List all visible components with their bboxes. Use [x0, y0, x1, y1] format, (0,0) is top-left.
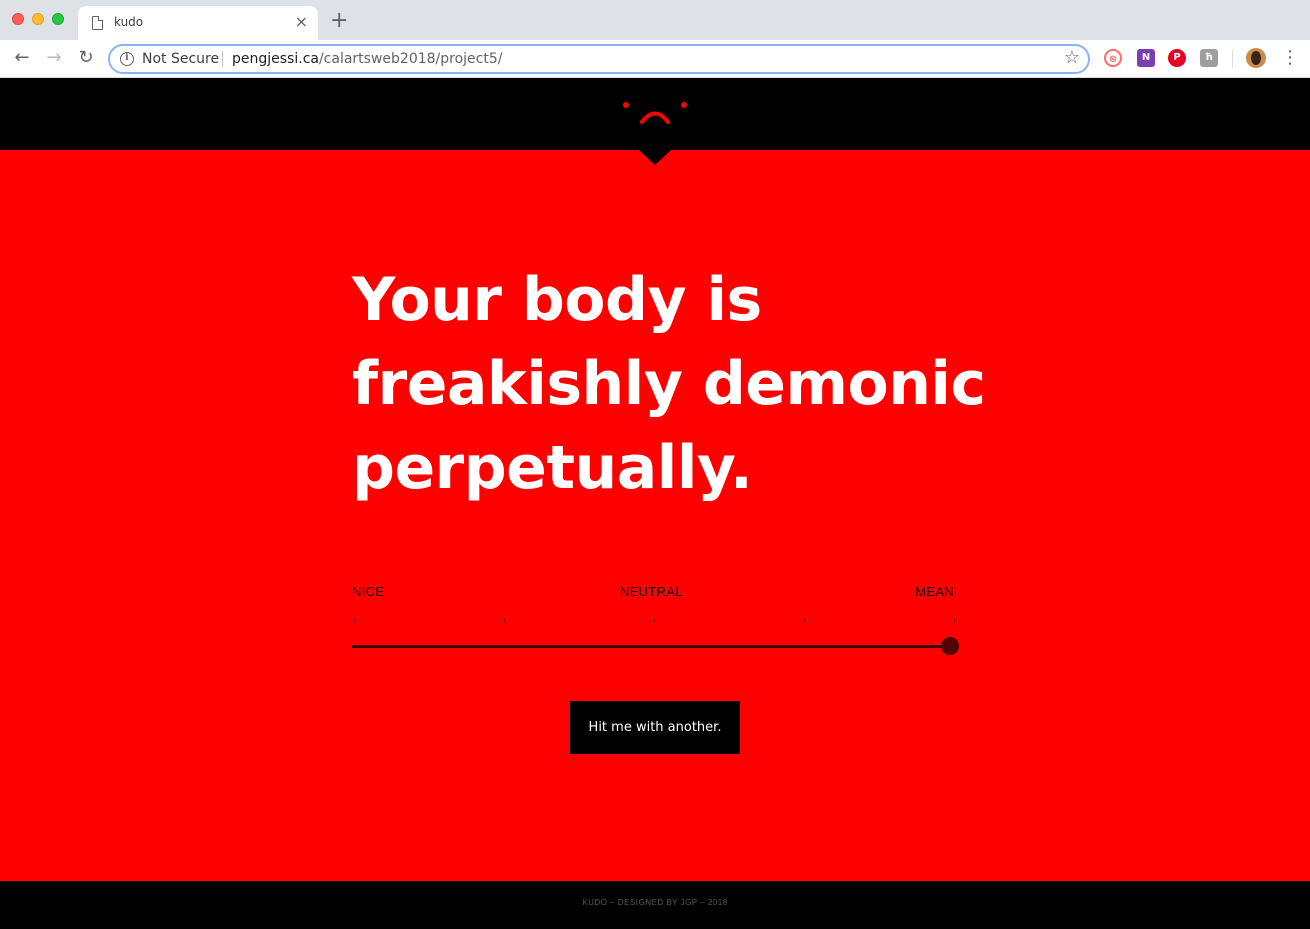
new-tab-button[interactable]: +: [330, 9, 348, 33]
security-label[interactable]: Not Secure: [142, 51, 219, 67]
toggl-extension-icon[interactable]: ⊗: [1104, 49, 1122, 67]
pinterest-extension-icon[interactable]: P: [1168, 49, 1186, 67]
minimize-window-button[interactable]: [32, 13, 44, 25]
url-text[interactable]: pengjessi.ca/calartsweb2018/project5/: [232, 51, 502, 67]
headline-line-1: Your body is: [352, 265, 762, 335]
next-kudo-button[interactable]: Hit me with another.: [570, 701, 740, 754]
headline-line-2: freakishly demonic: [352, 349, 986, 419]
back-arrow-icon[interactable]: ←: [10, 46, 34, 70]
browser-tabstrip: kudo × +: [0, 0, 1310, 40]
zoom-window-button[interactable]: [52, 13, 64, 25]
url-host: pengjessi.ca: [232, 51, 319, 67]
extension-icon[interactable]: ħ: [1200, 49, 1218, 67]
profile-avatar[interactable]: [1246, 48, 1266, 68]
kebab-menu-icon[interactable]: ⋮: [1281, 46, 1299, 70]
slider-tick: [504, 619, 505, 623]
slider-tick: [804, 619, 805, 623]
footer-credit: KUDO – DESIGNED BY JGP – 2018: [582, 898, 728, 907]
tab-close-icon[interactable]: ×: [295, 12, 308, 32]
slider-tick: [354, 619, 355, 623]
browser-toolbar: ← → ↻ i Not Secure pengjessi.ca/calartsw…: [0, 40, 1310, 78]
slider-tick: [654, 619, 655, 623]
forward-arrow-icon[interactable]: →: [42, 46, 66, 70]
page-icon: [92, 16, 103, 30]
slider-track[interactable]: [352, 645, 948, 648]
slider-label-nice: NICE: [352, 584, 385, 599]
url-path: /calartsweb2018/project5/: [318, 51, 503, 67]
sad-face-logo-icon[interactable]: [620, 98, 690, 128]
star-icon[interactable]: ☆: [1064, 47, 1080, 68]
info-icon[interactable]: i: [120, 52, 134, 66]
mood-slider[interactable]: NICE NEUTRAL MEAN: [352, 584, 959, 664]
headline-line-3: perpetually.: [352, 433, 753, 503]
address-bar[interactable]: i Not Secure pengjessi.ca/calartsweb2018…: [108, 44, 1090, 74]
site-header: [0, 78, 1310, 150]
page-body: Your body is freakishly demonic perpetua…: [0, 78, 1310, 929]
omnibox-divider: [222, 51, 223, 67]
browser-tab[interactable]: kudo ×: [78, 6, 318, 40]
site-footer: KUDO – DESIGNED BY JGP – 2018: [0, 881, 1310, 929]
slider-thumb[interactable]: [941, 637, 959, 655]
slider-tick: [954, 619, 955, 623]
close-window-button[interactable]: [12, 13, 24, 25]
toolbar-divider: [1232, 50, 1233, 68]
kudo-headline: Your body is freakishly demonic perpetua…: [352, 258, 992, 510]
tab-title: kudo: [114, 15, 144, 29]
reload-icon[interactable]: ↻: [74, 46, 98, 70]
header-notch: [639, 150, 671, 165]
onenote-extension-icon[interactable]: N: [1137, 49, 1155, 67]
slider-label-mean: MEAN: [915, 584, 954, 599]
slider-label-neutral: NEUTRAL: [620, 584, 683, 599]
